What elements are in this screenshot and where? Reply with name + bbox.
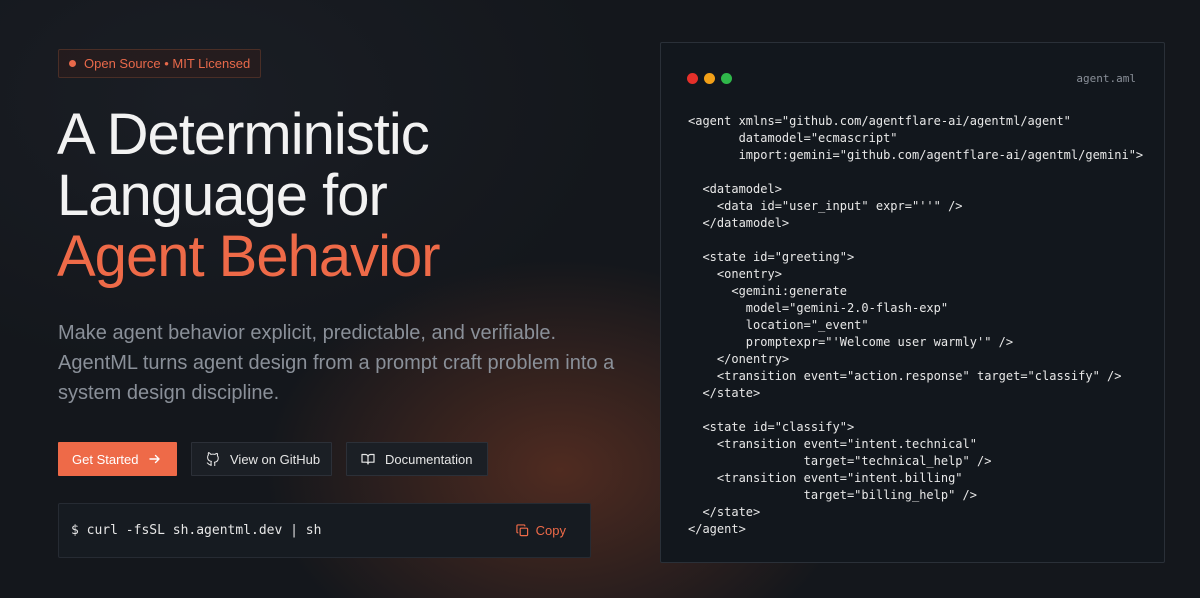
code-block: <agent xmlns="github.com/agentflare-ai/a… (688, 113, 1143, 538)
copy-icon (515, 524, 528, 537)
code-line: location="_event" (688, 318, 869, 332)
code-line: <transition event="intent.technical" (688, 437, 977, 451)
install-command[interactable]: $ curl -fsSL sh.agentml.dev | sh (71, 523, 321, 538)
code-line: import:gemini="github.com/agentflare-ai/… (688, 148, 1144, 162)
view-on-github-button[interactable]: View on GitHub (191, 442, 332, 476)
install-command-box: $ curl -fsSL sh.agentml.dev | sh Copy (58, 503, 591, 558)
code-line: target="billing_help" /> (688, 488, 977, 502)
book-open-icon (361, 453, 375, 465)
window-controls (687, 73, 732, 84)
headline-accent: Agent Behavior (57, 224, 441, 289)
github-icon (206, 452, 219, 466)
hero-headline: A Deterministic Language for Agent Behav… (57, 102, 441, 289)
code-filename: agent.aml (1076, 72, 1136, 85)
badge-label: Open Source • MIT Licensed (84, 56, 251, 71)
code-line: </onentry> (688, 352, 790, 366)
close-dot-icon (687, 73, 698, 84)
github-label: View on GitHub (230, 451, 321, 467)
code-line: <state id="greeting"> (688, 250, 855, 264)
code-line: <state id="classify"> (688, 420, 855, 434)
documentation-label: Documentation (385, 451, 473, 467)
arrow-right-icon (149, 454, 161, 464)
code-line: <onentry> (688, 267, 782, 281)
code-line: <transition event="intent.billing" (688, 471, 963, 485)
minimize-dot-icon (704, 73, 715, 84)
code-line: <data id="user_input" expr="''" /> (688, 199, 963, 213)
code-line: </state> (688, 386, 761, 400)
code-line: target="technical_help" /> (688, 454, 992, 468)
get-started-label: Get Started (72, 451, 139, 467)
code-line: datamodel="ecmascript" (688, 131, 898, 145)
copy-label: Copy (535, 523, 566, 538)
maximize-dot-icon (721, 73, 732, 84)
code-line: <agent xmlns="github.com/agentflare-ai/a… (688, 114, 1071, 128)
headline-line-1: A Deterministic (57, 102, 430, 167)
code-line: <gemini:generate (688, 284, 847, 298)
documentation-button[interactable]: Documentation (346, 442, 488, 476)
hero-subtitle: Make agent behavior explicit, predictabl… (58, 322, 615, 404)
code-line: </datamodel> (688, 216, 790, 230)
code-window: agent.aml <agent xmlns="github.com/agent… (660, 42, 1165, 563)
code-line: model="gemini-2.0-flash-exp" (688, 301, 949, 315)
code-line: </agent> (688, 522, 746, 536)
headline-line-2: Language for (57, 163, 388, 228)
code-line: <transition event="action.response" targ… (688, 369, 1122, 383)
copy-button[interactable]: Copy (515, 523, 566, 538)
code-line: <datamodel> (688, 182, 782, 196)
badge-dot-icon (69, 60, 76, 67)
code-line: </state> (688, 505, 761, 519)
cta-buttons: Get Started View on GitHub Documentation (58, 442, 488, 476)
license-badge: Open Source • MIT Licensed (58, 49, 262, 78)
code-line: promptexpr="'Welcome user warmly'" /> (688, 335, 1014, 349)
get-started-button[interactable]: Get Started (58, 442, 177, 476)
